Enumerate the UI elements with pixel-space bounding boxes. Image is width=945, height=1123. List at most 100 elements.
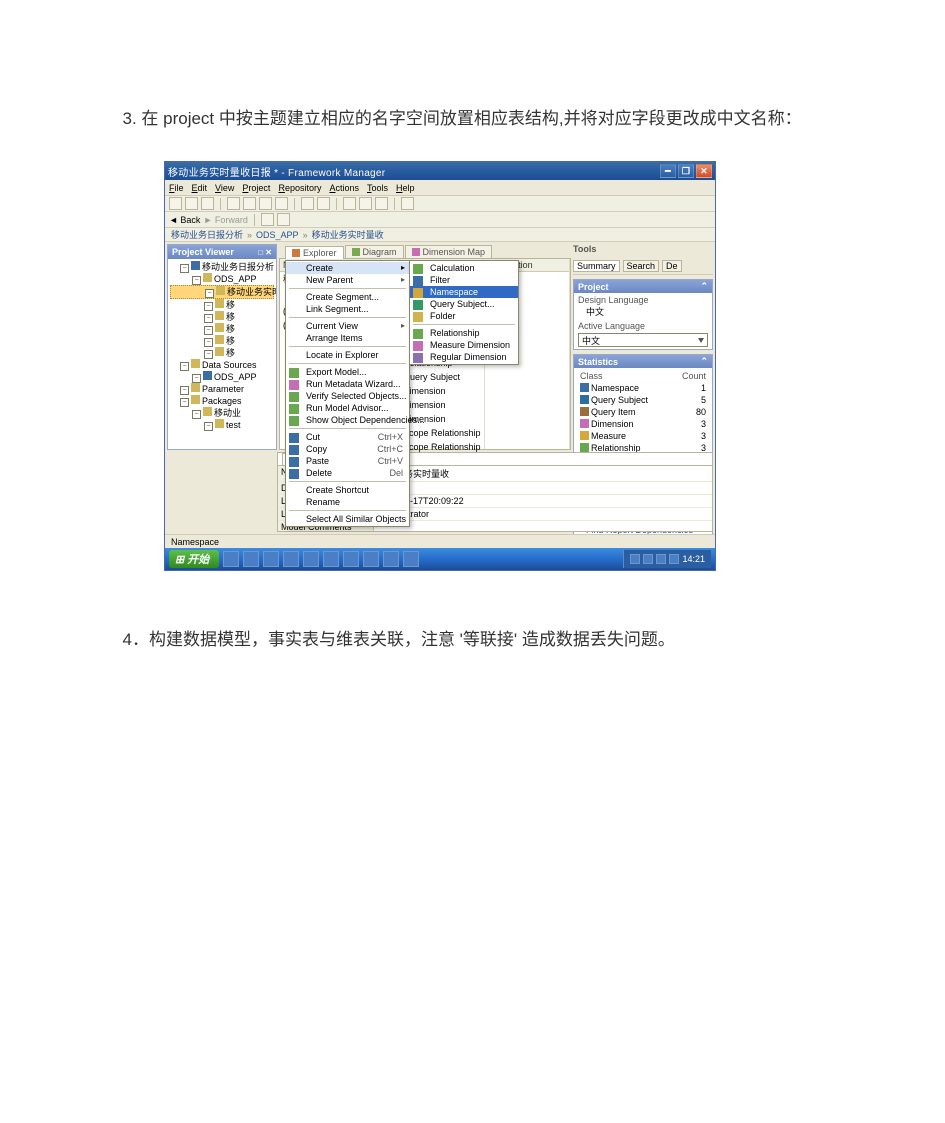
prop-value[interactable] (374, 482, 712, 494)
tree-node[interactable]: −Parameter (170, 383, 274, 395)
menu-item[interactable]: Regular Dimension (410, 351, 518, 363)
toolbar-cut-icon[interactable] (227, 197, 240, 210)
toolbar-pkg-icon[interactable] (375, 197, 388, 210)
tooltab-search[interactable]: Search (623, 260, 660, 272)
menu-item[interactable]: Filter (410, 274, 518, 286)
tree-node[interactable]: −ODS_APP (170, 371, 274, 383)
taskbar-app-icon[interactable] (343, 551, 359, 567)
menu-item[interactable]: Measure Dimension (410, 339, 518, 351)
menu-item[interactable]: Select All Similar Objects (286, 513, 409, 525)
tree-node[interactable]: −移 (170, 311, 274, 323)
menu-item[interactable]: Run Metadata Wizard... (286, 378, 409, 390)
menu-item[interactable]: Calculation (410, 262, 518, 274)
collapse-icon[interactable]: ⌃ (700, 356, 708, 367)
toolbar-open-icon[interactable] (185, 197, 198, 210)
panel-pin-icon[interactable]: □ ✕ (258, 248, 272, 257)
taskbar-app-icon[interactable] (283, 551, 299, 567)
taskbar-app-icon[interactable] (243, 551, 259, 567)
toolbar-paste-icon[interactable] (259, 197, 272, 210)
taskbar-app-icon[interactable] (223, 551, 239, 567)
prop-value[interactable] (374, 521, 712, 531)
start-button[interactable]: ⊞开始 (169, 550, 219, 568)
tree-node[interactable]: −移动业务实时量收 (170, 285, 274, 299)
tree-node[interactable]: −ODS_APP (170, 273, 274, 285)
window-minimize-button[interactable]: ━ (660, 164, 676, 178)
toolbar-copy-icon[interactable] (243, 197, 256, 210)
tab-explorer[interactable]: Explorer (285, 246, 344, 259)
menu-item[interactable]: Rename (286, 496, 409, 508)
menu-item[interactable]: Export Model... (286, 366, 409, 378)
menu-item[interactable]: Show Object Dependencies... (286, 414, 409, 426)
menu-item[interactable]: CutCtrl+X (286, 431, 409, 443)
tree-node[interactable]: −移 (170, 323, 274, 335)
toolbar-redo-icon[interactable] (317, 197, 330, 210)
crumb-app[interactable]: ODS_APP (256, 230, 299, 240)
nav-icon[interactable] (261, 213, 274, 226)
tree-node[interactable]: −移动业务日报分析 (170, 261, 274, 273)
context-submenu-create[interactable]: CalculationFilterNamespaceQuery Subject.… (409, 260, 519, 365)
tab-dimension[interactable]: Dimension Map (405, 245, 493, 258)
tree-node[interactable]: −test (170, 419, 274, 431)
crumb-root[interactable]: 移动业务日报分析 (171, 228, 243, 241)
menu-view[interactable]: View (215, 183, 234, 193)
menu-item[interactable]: Verify Selected Objects... (286, 390, 409, 402)
project-tree[interactable]: −移动业务日报分析−ODS_APP−移动业务实时量收−移−移−移−移−移−Dat… (168, 259, 276, 433)
toolbar-new-icon[interactable] (169, 197, 182, 210)
taskbar-app-icon[interactable] (323, 551, 339, 567)
prop-value[interactable]: administrator (374, 508, 712, 520)
menu-item[interactable]: Current View (286, 320, 409, 332)
menu-item[interactable]: Create Segment... (286, 291, 409, 303)
tooltab-summary[interactable]: Summary (573, 260, 620, 272)
menu-project[interactable]: Project (242, 183, 270, 193)
menu-file[interactable]: File (169, 183, 184, 193)
menu-item[interactable]: New Parent (286, 274, 409, 286)
taskbar-app-icon[interactable] (363, 551, 379, 567)
taskbar-app-icon[interactable] (403, 551, 419, 567)
tree-node[interactable]: −移 (170, 347, 274, 359)
back-button[interactable]: ◄ Back (169, 215, 200, 225)
menu-item[interactable]: Create Shortcut (286, 484, 409, 496)
toolbar-undo-icon[interactable] (301, 197, 314, 210)
menubar[interactable]: File Edit View Project Repository Action… (165, 180, 715, 196)
tooltab-dependencies[interactable]: De (662, 260, 682, 272)
menu-tools[interactable]: Tools (367, 183, 388, 193)
menu-item[interactable]: DeleteDel (286, 467, 409, 479)
grid-cell-class[interactable]: Dimension (400, 384, 484, 398)
prop-value[interactable]: 移动业务实时量收 (374, 466, 712, 481)
forward-button[interactable]: ► Forward (203, 215, 247, 225)
toolbar-help-icon[interactable] (401, 197, 414, 210)
menu-item[interactable]: PasteCtrl+V (286, 455, 409, 467)
window-titlebar[interactable]: 移动业务实时量收日报 * - Framework Manager ━ ❐ ✕ (165, 162, 715, 180)
menu-item[interactable]: Query Subject... (410, 298, 518, 310)
menu-actions[interactable]: Actions (329, 183, 359, 193)
tree-node[interactable]: −移动业 (170, 407, 274, 419)
window-close-button[interactable]: ✕ (696, 164, 712, 178)
menu-item[interactable]: Locate in Explorer (286, 349, 409, 361)
menu-item[interactable]: Link Segment... (286, 303, 409, 315)
tray-icon[interactable] (656, 554, 666, 564)
toolbar-publish-icon[interactable] (359, 197, 372, 210)
tray-icon[interactable] (643, 554, 653, 564)
crumb-leaf[interactable]: 移动业务实时量收 (312, 228, 384, 241)
active-language-select[interactable]: 中文 (578, 333, 708, 347)
tree-node[interactable]: −Data Sources (170, 359, 274, 371)
taskbar-app-icon[interactable] (383, 551, 399, 567)
tab-diagram[interactable]: Diagram (345, 245, 404, 258)
nav-icon[interactable] (277, 213, 290, 226)
menu-help[interactable]: Help (396, 183, 415, 193)
system-tray[interactable]: 14:21 (623, 550, 711, 568)
tray-icon[interactable] (669, 554, 679, 564)
toolbar-save-icon[interactable] (201, 197, 214, 210)
grid-cell-class[interactable]: Dimension (400, 398, 484, 412)
tray-icon[interactable] (630, 554, 640, 564)
context-menu[interactable]: CreateNew ParentCreate Segment...Link Se… (285, 260, 410, 527)
windows-taskbar[interactable]: ⊞开始 14:21 (165, 548, 715, 570)
menu-item[interactable]: Namespace (410, 286, 518, 298)
taskbar-app-icon[interactable] (303, 551, 319, 567)
menu-edit[interactable]: Edit (192, 183, 208, 193)
menu-item[interactable]: Arrange Items (286, 332, 409, 344)
collapse-icon[interactable]: ⌃ (700, 281, 708, 292)
menu-item[interactable]: Relationship (410, 327, 518, 339)
toolbar-delete-icon[interactable] (275, 197, 288, 210)
tree-node[interactable]: −移 (170, 335, 274, 347)
